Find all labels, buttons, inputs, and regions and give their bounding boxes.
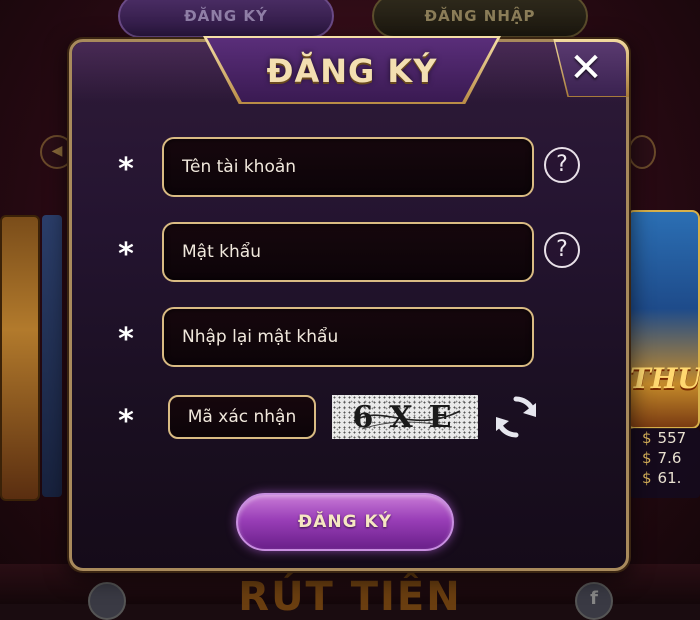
captcha-row: * 6XE: [72, 385, 632, 449]
dollar-icon: $: [642, 449, 652, 467]
required-asterisk: *: [118, 237, 134, 272]
game-card-left-edge: [42, 215, 62, 497]
refresh-icon[interactable]: [492, 393, 540, 441]
tab-login-background[interactable]: ĐĂNG NHẬP: [372, 0, 588, 38]
confirm-password-row: *: [72, 307, 632, 371]
help-icon[interactable]: ?: [544, 232, 580, 268]
captcha-image: 6XE: [332, 395, 478, 439]
password-row: * ?: [72, 222, 632, 286]
username-row: * ?: [72, 137, 632, 201]
dollar-icon: $: [642, 429, 652, 447]
game-card-right-title: THU: [630, 362, 700, 395]
captcha-text: 6XE: [352, 399, 468, 435]
facebook-icon[interactable]: f: [575, 582, 613, 620]
jackpot-row: $ 61.: [630, 468, 700, 488]
required-asterisk: *: [118, 404, 134, 439]
password-field-frame[interactable]: [162, 222, 534, 282]
confirm-password-field-frame[interactable]: [162, 307, 534, 367]
jackpot-row: $ 557: [630, 428, 700, 448]
scroll-right-arrow-icon[interactable]: [628, 135, 656, 169]
jackpot-list: $ 557 $ 7.6 $ 61.: [630, 428, 700, 498]
required-asterisk: *: [118, 322, 134, 357]
jackpot-value: 61.: [657, 469, 682, 487]
jackpot-value: 557: [657, 429, 687, 447]
captcha-input[interactable]: [170, 397, 314, 437]
help-icon[interactable]: ?: [544, 147, 580, 183]
register-modal: ĐĂNG KÝ ✕ * ? * ? * *: [69, 36, 632, 571]
telegram-icon[interactable]: [88, 582, 126, 620]
password-input[interactable]: [164, 224, 532, 280]
required-asterisk: *: [118, 152, 134, 187]
modal-title: ĐĂNG KÝ: [266, 52, 438, 90]
game-card-right[interactable]: [626, 210, 700, 429]
username-field-frame[interactable]: [162, 137, 534, 197]
captcha-field-frame[interactable]: [168, 395, 316, 439]
tab-register-background[interactable]: ĐĂNG KÝ: [118, 0, 334, 38]
confirm-password-input[interactable]: [164, 309, 532, 365]
username-input[interactable]: [164, 139, 532, 195]
dollar-icon: $: [642, 469, 652, 487]
jackpot-value: 7.6: [657, 449, 682, 467]
game-card-left[interactable]: [0, 215, 40, 501]
register-submit-button[interactable]: ĐĂNG KÝ: [236, 493, 454, 551]
jackpot-row: $ 7.6: [630, 448, 700, 468]
close-icon[interactable]: ✕: [564, 46, 608, 90]
